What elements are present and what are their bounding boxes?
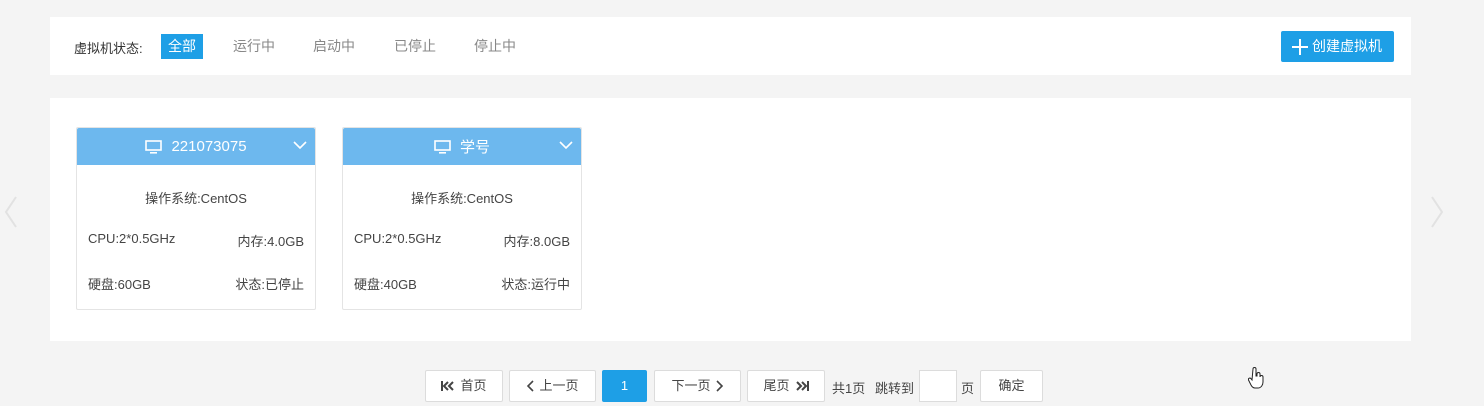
page-suffix: 页: [961, 381, 975, 396]
vm-os: 操作系统:CentOS: [411, 191, 513, 206]
create-vm-button[interactable]: 创建虚拟机: [1281, 31, 1394, 62]
vm-status: 状态:运行中: [501, 277, 570, 292]
prev-page-label: 上一页: [539, 378, 579, 393]
first-page-button[interactable]: 首页: [425, 370, 503, 402]
vm-memory: 内存:4.0GB: [237, 234, 304, 249]
last-page-label: 尾页: [763, 378, 790, 393]
status-filter-bar: 虚拟机状态: 全部 运行中 启动中 已停止 停止中 创建虚拟机: [50, 17, 1411, 75]
vm-disk: 硬盘:60GB: [88, 277, 151, 292]
vm-card-panel: 221073075 操作系统:CentOS CPU:2*0.5GHz 内存:4.…: [50, 98, 1411, 341]
monitor-icon: [434, 139, 451, 154]
filter-option-all[interactable]: 全部: [161, 34, 203, 59]
double-chevron-left-icon: [441, 381, 455, 391]
page-number-current[interactable]: 1: [602, 370, 647, 402]
filter-option-running[interactable]: 运行中: [226, 34, 282, 59]
total-pages: 共1页: [832, 381, 866, 396]
carousel-right-arrow-icon[interactable]: [1430, 195, 1444, 229]
first-page-label: 首页: [460, 378, 487, 393]
vm-status: 状态:已停止: [235, 277, 304, 292]
filter-option-starting[interactable]: 启动中: [306, 34, 362, 59]
chevron-down-icon[interactable]: [293, 140, 307, 150]
next-page-label: 下一页: [671, 378, 711, 393]
filter-label: 虚拟机状态:: [74, 41, 143, 56]
carousel-left-arrow-icon[interactable]: [4, 195, 18, 229]
vm-card[interactable]: 221073075 操作系统:CentOS CPU:2*0.5GHz 内存:4.…: [76, 127, 316, 310]
vm-cpu: CPU:2*0.5GHz: [354, 231, 442, 246]
vm-memory: 内存:8.0GB: [503, 234, 570, 249]
prev-page-button[interactable]: 上一页: [509, 370, 596, 402]
vm-card[interactable]: 学号 操作系统:CentOS CPU:2*0.5GHz 内存:8.0GB 硬盘:…: [342, 127, 582, 310]
double-chevron-right-icon: [795, 381, 809, 391]
monitor-icon: [145, 139, 163, 154]
vm-card-header[interactable]: 221073075: [77, 128, 315, 165]
chevron-right-icon: [715, 380, 723, 392]
chevron-down-icon[interactable]: [559, 140, 573, 150]
last-page-button[interactable]: 尾页: [747, 370, 825, 402]
vm-cpu: CPU:2*0.5GHz: [88, 231, 176, 246]
vm-os: 操作系统:CentOS: [145, 191, 247, 206]
plus-icon: [1292, 38, 1308, 55]
jump-page-input[interactable]: [919, 370, 957, 402]
vm-disk: 硬盘:40GB: [354, 277, 417, 292]
chevron-left-icon: [527, 380, 535, 392]
jump-label: 跳转到: [875, 381, 915, 396]
filter-option-stopped[interactable]: 已停止: [387, 34, 443, 59]
vm-name: 221073075: [171, 138, 247, 155]
filter-option-stopping[interactable]: 停止中: [467, 34, 523, 59]
next-page-button[interactable]: 下一页: [654, 370, 741, 402]
jump-confirm-button[interactable]: 确定: [980, 370, 1043, 402]
vm-name: 学号: [459, 139, 490, 156]
vm-card-header[interactable]: 学号: [343, 128, 581, 165]
hand-cursor-icon: [1248, 367, 1264, 389]
create-vm-label: 创建虚拟机: [1312, 38, 1382, 54]
